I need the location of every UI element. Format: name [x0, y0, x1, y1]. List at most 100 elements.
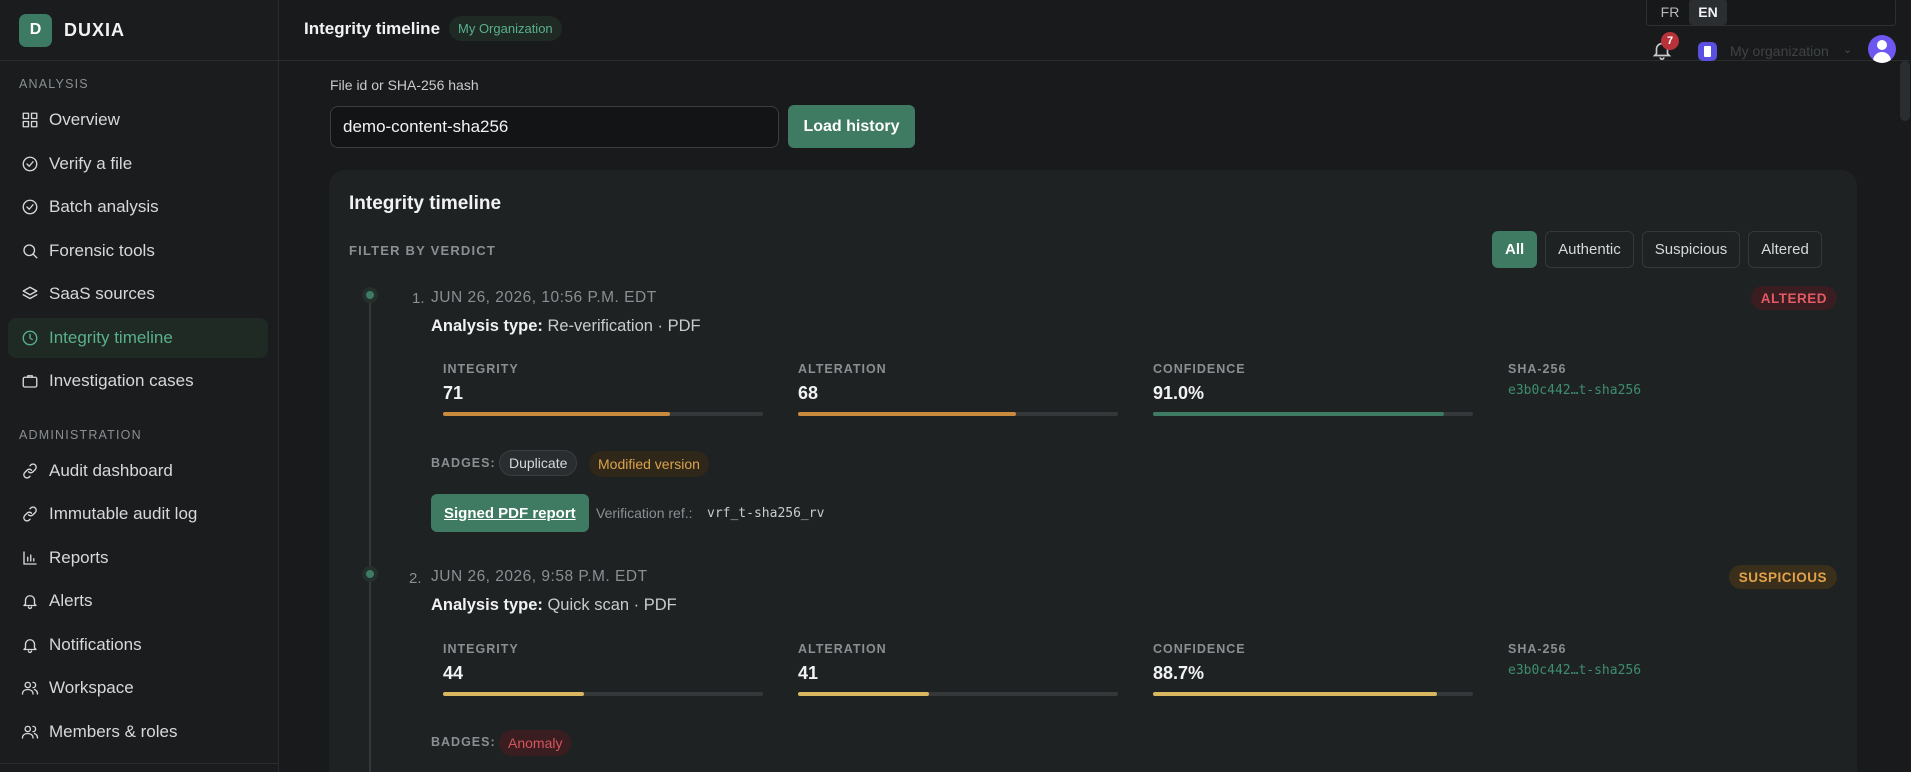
metric-value: 91.0% — [1153, 383, 1205, 403]
verdict-filter-group: All Authentic Suspicious Altered — [1492, 231, 1822, 268]
sidebar-item-label: Immutable audit log — [49, 504, 198, 523]
sidebar-item-alerts[interactable]: Alerts — [8, 581, 268, 621]
sidebar-divider — [0, 763, 279, 764]
organization-pill: My Organization — [449, 16, 562, 41]
sidebar-item-label: Audit dashboard — [49, 461, 173, 480]
analysis-type-label: Analysis type: — [431, 596, 543, 614]
verdict-badge: ALTERED — [1750, 286, 1837, 310]
metric-alteration: ALTERATION 41 — [798, 642, 1118, 696]
metric-label: SHA-256 — [1508, 642, 1567, 656]
users-icon — [20, 722, 40, 742]
confidence-bar-fill — [1153, 412, 1445, 416]
language-switcher: FR EN — [1646, 0, 1896, 26]
sidebar-item-label: Workspace — [49, 678, 134, 697]
integrity-bar-fill — [443, 412, 671, 416]
organization-icon — [1698, 42, 1717, 61]
metric-sha: SHA-256 e3b0c442…t-sha256 — [1508, 642, 1708, 678]
sidebar-item-investigation-cases[interactable]: Investigation cases — [8, 361, 268, 401]
brand[interactable]: D DUXIA — [0, 0, 278, 61]
metric-value: 41 — [798, 663, 819, 683]
metric-track — [443, 692, 763, 696]
timeline-dot — [362, 566, 378, 582]
entry-index: 2. — [409, 570, 422, 587]
sidebar-item-label: Overview — [49, 110, 120, 129]
sidebar-item-label: SaaS sources — [49, 284, 155, 303]
load-history-button[interactable]: Load history — [788, 105, 915, 148]
sidebar-item-workspace[interactable]: Workspace — [8, 668, 268, 708]
bar-chart-icon — [20, 548, 40, 568]
sidebar-item-saas-sources[interactable]: SaaS sources — [8, 274, 268, 314]
sidebar-item-reports[interactable]: Reports — [8, 538, 268, 578]
filter-suspicious-button[interactable]: Suspicious — [1641, 231, 1741, 268]
sidebar-item-label: Reports — [49, 548, 109, 567]
link-icon — [20, 504, 40, 524]
sidebar-item-audit-dashboard[interactable]: Audit dashboard — [8, 451, 268, 491]
confidence-bar-fill — [1153, 692, 1437, 696]
sidebar-item-label: Forensic tools — [49, 241, 155, 260]
verdict-badge: SUSPICIOUS — [1728, 565, 1837, 589]
metric-label: INTEGRITY — [443, 362, 519, 376]
badges-label: BADGES: — [431, 735, 496, 749]
timeline-dot — [362, 287, 378, 303]
link-icon — [20, 461, 40, 481]
sha-value[interactable]: e3b0c442…t-sha256 — [1508, 383, 1708, 398]
signed-pdf-report-button[interactable]: Signed PDF report — [431, 494, 589, 532]
chevron-down-icon[interactable]: ⌄ — [1843, 43, 1852, 56]
sidebar-item-label: Members & roles — [49, 722, 178, 741]
brand-logo: D — [19, 13, 52, 47]
user-avatar[interactable] — [1868, 35, 1896, 63]
metric-label: ALTERATION — [798, 362, 887, 376]
filter-altered-button[interactable]: Altered — [1748, 231, 1822, 268]
sidebar-item-label: Alerts — [49, 591, 93, 610]
sha-value[interactable]: e3b0c442…t-sha256 — [1508, 663, 1708, 678]
sidebar-item-verify-file[interactable]: Verify a file — [8, 144, 268, 184]
sidebar: D DUXIA ANALYSIS Overview Verify a file … — [0, 0, 279, 772]
badge-anomaly: Anomaly — [499, 730, 572, 756]
bell-icon — [20, 591, 40, 611]
brand-name: DUXIA — [64, 19, 126, 40]
users-icon — [20, 678, 40, 698]
verification-ref-label: Verification ref.: — [596, 505, 693, 521]
sidebar-item-batch-analysis[interactable]: Batch analysis — [8, 187, 268, 227]
integrity-timeline-card: Integrity timeline FILTER BY VERDICT All… — [329, 170, 1857, 772]
filter-authentic-button[interactable]: Authentic — [1545, 231, 1634, 268]
scrollbar-thumb[interactable] — [1900, 61, 1910, 121]
timeline-line — [369, 288, 371, 772]
metric-value: 88.7% — [1153, 663, 1205, 683]
entry-analysis-type: Analysis type: Re-verification · PDF — [431, 317, 701, 336]
check-circle-icon — [20, 197, 40, 217]
language-fr-button[interactable]: FR — [1651, 0, 1689, 25]
section-label-administration: ADMINISTRATION — [19, 428, 142, 442]
metric-value: 68 — [798, 383, 819, 403]
filter-all-button[interactable]: All — [1492, 231, 1538, 268]
organization-select[interactable]: My organization — [1730, 43, 1829, 59]
sidebar-item-overview[interactable]: Overview — [8, 100, 268, 140]
check-circle-icon — [20, 154, 40, 174]
filter-label: FILTER BY VERDICT — [349, 243, 497, 258]
clock-icon — [20, 328, 40, 348]
metric-track — [443, 412, 763, 416]
badge-modified-version: Modified version — [589, 451, 709, 477]
briefcase-icon — [20, 371, 40, 391]
integrity-bar-fill — [443, 692, 584, 696]
grid-icon — [20, 110, 40, 130]
badge-duplicate: Duplicate — [499, 450, 578, 476]
language-en-button[interactable]: EN — [1689, 0, 1727, 25]
sidebar-item-immutable-audit-log[interactable]: Immutable audit log — [8, 494, 268, 534]
badges-label: BADGES: — [431, 456, 496, 470]
metric-track — [1153, 412, 1473, 416]
sidebar-item-forensic-tools[interactable]: Forensic tools — [8, 231, 268, 271]
metric-label: SHA-256 — [1508, 362, 1567, 376]
sidebar-item-label: Batch analysis — [49, 197, 159, 216]
metric-value: 71 — [443, 383, 464, 403]
hash-input[interactable]: demo-content-sha256 — [330, 106, 779, 148]
sidebar-item-integrity-timeline[interactable]: Integrity timeline — [8, 318, 268, 358]
analysis-type-value: Re-verification · PDF — [547, 317, 701, 335]
alteration-bar-fill — [798, 692, 930, 696]
metric-confidence: CONFIDENCE 88.7% — [1153, 642, 1473, 696]
section-label-analysis: ANALYSIS — [19, 77, 89, 91]
sidebar-item-notifications[interactable]: Notifications — [8, 625, 268, 665]
sidebar-item-members-roles[interactable]: Members & roles — [8, 712, 268, 752]
sidebar-item-label: Verify a file — [49, 154, 133, 173]
sidebar-item-label: Integrity timeline — [49, 328, 173, 347]
